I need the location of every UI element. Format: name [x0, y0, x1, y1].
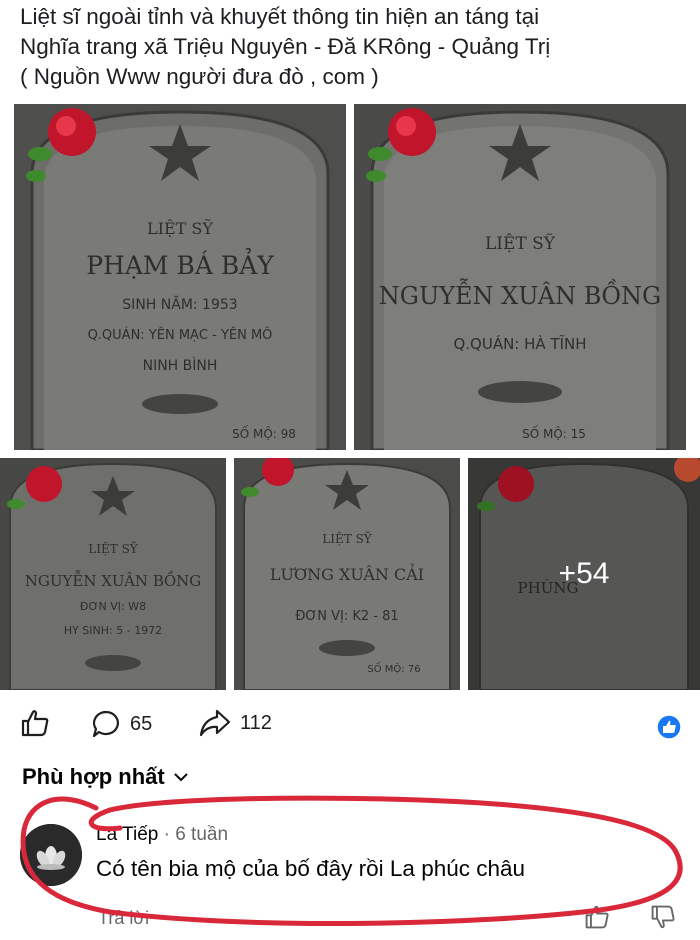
gravestone-image: LIỆT SỸ NGUYỄN XUÂN BỒNG ĐƠN VỊ: W8 HY S…: [0, 458, 226, 690]
sort-label: Phù hợp nhất: [22, 764, 165, 789]
reply-link[interactable]: Trả lời: [98, 908, 149, 929]
gravestone-image: LIỆT SỸ LƯƠNG XUÂN CẢI ĐƠN VỊ: K2 - 81 S…: [234, 458, 460, 690]
photo-gallery: LIỆT SỸ PHẠM BÁ BẢY SINH NĂM: 1953 Q.QUÁ…: [0, 100, 700, 690]
like-reaction-badge[interactable]: [656, 714, 682, 740]
post-text-line: Nghĩa trang xã Triệu Nguyên - Đă KRông -…: [20, 34, 551, 59]
post-text-line: Liệt sĩ ngoài tỉnh và khuyết thông tin h…: [20, 4, 540, 29]
lotus-avatar-icon: [20, 824, 82, 886]
comment-author[interactable]: La Tiếp: [96, 824, 158, 845]
stone-plot: SỐ MỘ: 98: [232, 425, 296, 441]
stone-name: NGUYỄN XUÂN BỒNG: [25, 570, 202, 590]
share-icon: [199, 709, 231, 737]
gallery-photo-more[interactable]: PHÙNG +54: [468, 458, 700, 690]
stone-title: LIỆT SỸ: [88, 541, 139, 556]
thumbs-up-icon: [585, 905, 609, 929]
stone-line: ĐƠN VỊ: K2 - 81: [295, 609, 398, 624]
avatar[interactable]: [20, 824, 82, 886]
stone-name: NGUYỄN XUÂN BỒNG: [379, 278, 661, 310]
comment-dislike-button[interactable]: [650, 904, 676, 935]
stone-line: NINH BÌNH: [143, 357, 218, 374]
stone-line: Q.QUÁN: HÀ TĨNH: [453, 334, 586, 353]
comment-time[interactable]: · 6 tuần: [164, 824, 228, 845]
share-button[interactable]: 112: [198, 708, 272, 738]
gravestone-image: LIỆT SỸ PHẠM BÁ BẢY SINH NĂM: 1953 Q.QUÁ…: [14, 104, 346, 450]
stone-line: SINH NĂM: 1953: [122, 295, 237, 313]
gravestone-image: LIỆT SỸ NGUYỄN XUÂN BỒNG Q.QUÁN: HÀ TĨNH…: [354, 104, 686, 450]
comment-like-button[interactable]: [584, 904, 610, 935]
like-badge-icon: [656, 714, 682, 740]
stone-plot: SỐ MỘ: 76: [367, 661, 420, 675]
post-text: Liệt sĩ ngoài tỉnh và khuyết thông tin h…: [20, 2, 690, 92]
thumbs-down-icon: [651, 905, 675, 929]
comment-sort-dropdown[interactable]: Phù hợp nhất: [22, 764, 189, 790]
stone-title: LIỆT SỸ: [322, 531, 373, 546]
thumbs-up-icon: [21, 710, 49, 737]
stone-line: ĐƠN VỊ: W8: [80, 600, 146, 613]
gallery-photo-2[interactable]: LIỆT SỸ NGUYỄN XUÂN BỒNG Q.QUÁN: HÀ TĨNH…: [354, 104, 686, 450]
gallery-photo-3[interactable]: LIỆT SỸ NGUYỄN XUÂN BỒNG ĐƠN VỊ: W8 HY S…: [0, 458, 226, 690]
stone-title: LIỆT SỸ: [485, 233, 556, 254]
comment-meta: La Tiếp · 6 tuần: [96, 824, 228, 846]
post-actions: 65 112: [0, 700, 700, 748]
comment-icon: [92, 710, 119, 738]
more-photos-count[interactable]: +54: [468, 458, 700, 690]
comment-count: 65: [130, 712, 153, 735]
like-button[interactable]: [20, 708, 50, 738]
comment-button[interactable]: 65: [90, 708, 152, 740]
gallery-photo-4[interactable]: LIỆT SỸ LƯƠNG XUÂN CẢI ĐƠN VỊ: K2 - 81 S…: [234, 458, 460, 690]
gallery-photo-1[interactable]: LIỆT SỸ PHẠM BÁ BẢY SINH NĂM: 1953 Q.QUÁ…: [14, 104, 346, 450]
post-text-line: ( Nguồn Www người đưa đò , com ): [20, 64, 379, 89]
stone-plot: SỐ MỘ: 15: [522, 425, 586, 441]
stone-name: PHẠM BÁ BẢY: [86, 248, 274, 280]
stone-name: LƯƠNG XUÂN CẢI: [270, 563, 424, 584]
stone-line: HY SINH: 5 - 1972: [64, 624, 162, 637]
share-count: 112: [240, 711, 272, 734]
stone-line: Q.QUÁN: YÊN MẠC - YÊN MÔ: [88, 327, 273, 343]
comment-text: Có tên bia mộ của bố đây rồi La phúc châ…: [96, 856, 526, 881]
chevron-down-icon: [174, 773, 188, 782]
stone-title: LIỆT SỸ: [147, 218, 213, 238]
